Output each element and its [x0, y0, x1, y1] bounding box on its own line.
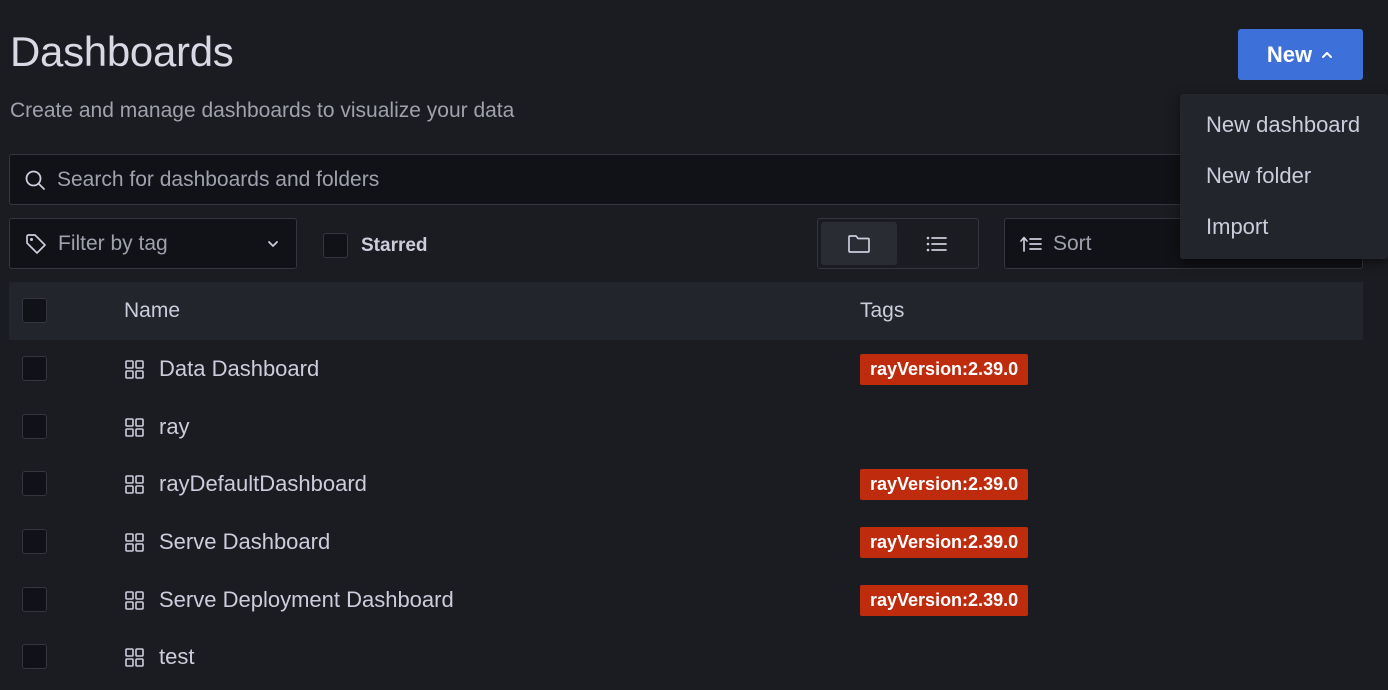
view-toggle — [817, 218, 979, 269]
tag-badge[interactable]: rayVersion:2.39.0 — [860, 469, 1029, 500]
dashboard-grid-icon — [125, 417, 144, 437]
column-header-tags: Tags — [860, 299, 905, 322]
table-row[interactable]: test — [9, 628, 1363, 685]
dashboard-grid-icon — [125, 590, 144, 610]
tag-icon — [26, 233, 46, 254]
tag-badge[interactable]: rayVersion:2.39.0 — [860, 585, 1029, 616]
list-view-button[interactable] — [899, 222, 975, 265]
dashboard-name: rayDefaultDashboard — [159, 471, 367, 496]
dashboard-name: test — [159, 644, 195, 669]
dashboard-grid-icon — [125, 359, 144, 379]
tag-badge[interactable]: rayVersion:2.39.0 — [860, 354, 1029, 385]
list-icon — [926, 236, 947, 251]
new-button[interactable]: New — [1238, 29, 1363, 80]
menu-item-import[interactable]: Import — [1180, 201, 1388, 252]
table-row[interactable]: Serve Deployment Dashboard rayVersion:2.… — [9, 571, 1363, 628]
row-checkbox[interactable] — [22, 471, 47, 496]
starred-filter[interactable]: Starred — [323, 233, 428, 258]
menu-item-new-dashboard[interactable]: New dashboard — [1180, 99, 1388, 150]
search-icon — [25, 170, 45, 190]
row-checkbox[interactable] — [22, 529, 47, 554]
table-row[interactable]: ray — [9, 398, 1363, 455]
select-all-checkbox[interactable] — [22, 298, 47, 323]
page-title: Dashboards — [10, 28, 234, 75]
dashboard-name: ray — [159, 414, 190, 439]
row-checkbox[interactable] — [22, 587, 47, 612]
dashboard-name: Data Dashboard — [159, 356, 320, 381]
page-subtitle: Create and manage dashboards to visualiz… — [10, 99, 515, 122]
dashboard-link[interactable]: rayDefaultDashboard — [124, 471, 367, 497]
chevron-down-icon — [268, 240, 278, 247]
table-row[interactable]: rayDefaultDashboard rayVersion:2.39.0 — [9, 455, 1363, 512]
dashboard-link[interactable]: test — [124, 644, 194, 670]
tag-filter-select[interactable]: Filter by tag — [9, 218, 297, 269]
dashboard-grid-icon — [125, 474, 144, 494]
column-header-name: Name — [124, 299, 181, 322]
tag-badge[interactable]: rayVersion:2.39.0 — [860, 527, 1029, 558]
menu-item-new-folder[interactable]: New folder — [1180, 150, 1388, 201]
dashboard-link[interactable]: Serve Deployment Dashboard — [124, 587, 454, 613]
tag-filter-placeholder: Filter by tag — [58, 231, 168, 255]
dashboard-name: Serve Dashboard — [159, 529, 331, 554]
row-checkbox[interactable] — [22, 356, 47, 381]
dashboard-name: Serve Deployment Dashboard — [159, 587, 454, 612]
chevron-up-icon — [1322, 51, 1333, 58]
dashboard-grid-icon — [125, 532, 144, 552]
starred-checkbox[interactable] — [323, 233, 348, 258]
folder-view-button[interactable] — [821, 222, 897, 265]
dashboard-link[interactable]: Data Dashboard — [124, 356, 319, 382]
dashboard-link[interactable]: ray — [124, 414, 190, 440]
row-checkbox[interactable] — [22, 644, 47, 669]
search-input[interactable] — [57, 167, 1362, 192]
starred-label: Starred — [361, 234, 428, 256]
dashboards-page: Dashboards Create and manage dashboards … — [0, 0, 1388, 690]
sort-placeholder: Sort — [1053, 231, 1092, 255]
dashboard-link[interactable]: Serve Dashboard — [124, 529, 330, 555]
table-row[interactable]: Data Dashboard rayVersion:2.39.0 — [9, 340, 1363, 397]
table-row[interactable]: Serve Dashboard rayVersion:2.39.0 — [9, 513, 1363, 570]
new-button-label: New — [1266, 41, 1313, 67]
folder-icon — [848, 234, 870, 253]
new-dropdown-menu: New dashboard New folder Import — [1180, 94, 1388, 259]
sort-icon — [1020, 236, 1042, 252]
table-header-row: Name Tags — [9, 282, 1363, 340]
dashboard-grid-icon — [125, 647, 144, 667]
row-checkbox[interactable] — [22, 414, 47, 439]
search-box[interactable] — [9, 154, 1363, 205]
